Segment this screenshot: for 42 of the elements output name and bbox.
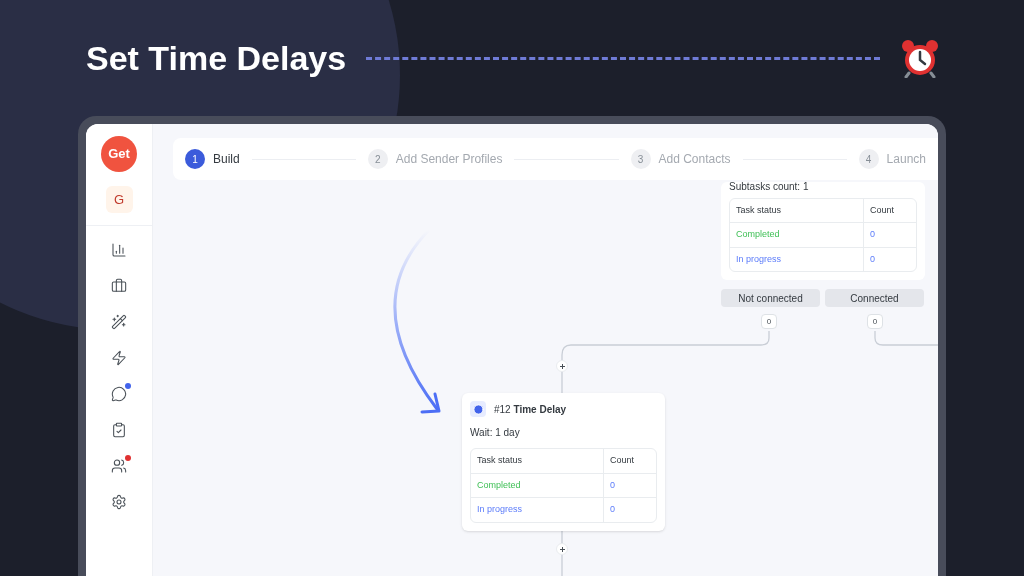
step-tab[interactable]: 3 Add Contacts xyxy=(630,149,731,169)
alarm-clock-icon xyxy=(900,38,940,78)
table-cell-text: 0 xyxy=(869,252,876,266)
table-header: Count xyxy=(609,454,636,467)
table-cell-text: 0 xyxy=(869,228,876,241)
branch-count: 0 xyxy=(867,314,883,329)
account-avatar[interactable]: G xyxy=(105,186,133,213)
add-step-button[interactable] xyxy=(556,360,568,372)
branch-count: 0 xyxy=(761,314,777,329)
table-header: Task status xyxy=(471,449,604,473)
app-logo[interactable]: Get xyxy=(101,136,137,172)
time-delay-node-card[interactable]: #12 Time Delay Wait: 1 day Task status Count Completed 0 In progress 0 xyxy=(462,393,665,531)
connector-line xyxy=(874,331,938,347)
plus-icon xyxy=(559,363,565,369)
chat-bubble-icon[interactable] xyxy=(111,386,127,402)
magic-wand-icon[interactable] xyxy=(111,314,127,330)
settings-icon[interactable] xyxy=(111,494,127,510)
branch-label: Not connected xyxy=(721,289,820,307)
table-cell: Completed xyxy=(730,223,864,247)
people-icon[interactable] xyxy=(111,458,127,474)
table-cell: In progress xyxy=(730,247,864,271)
node-title: #12 Time Delay xyxy=(494,402,567,417)
branch-label: Connected xyxy=(825,289,924,307)
clipboard-check-icon[interactable] xyxy=(111,422,127,438)
table-cell: Completed xyxy=(471,473,604,497)
add-step-button[interactable] xyxy=(556,543,568,555)
subtasks-count: Subtasks count: 1 xyxy=(729,179,810,194)
table-cell: In progress xyxy=(471,498,604,522)
briefcase-icon[interactable] xyxy=(111,278,127,294)
table-header: Task status xyxy=(730,198,864,222)
table-cell-text: 0 xyxy=(609,478,616,492)
wait-duration: Wait: 1 day xyxy=(470,426,521,440)
step-tab[interactable]: 2 Add Sender Profiles xyxy=(367,149,503,169)
bar-chart-icon[interactable] xyxy=(111,242,127,258)
step-tab[interactable]: 4 Launch xyxy=(858,149,926,169)
table-header: Count xyxy=(869,203,896,217)
page-headline: Set Time Delays xyxy=(86,37,347,79)
top-node-card[interactable]: Subtasks count: 1 Task status Count Completed 0 In progress 0 xyxy=(721,182,925,280)
table-cell-text: 0 xyxy=(609,503,616,516)
lightning-icon[interactable] xyxy=(111,350,127,366)
plus-icon xyxy=(559,546,565,552)
step-tab[interactable]: 1 Build xyxy=(185,149,240,169)
